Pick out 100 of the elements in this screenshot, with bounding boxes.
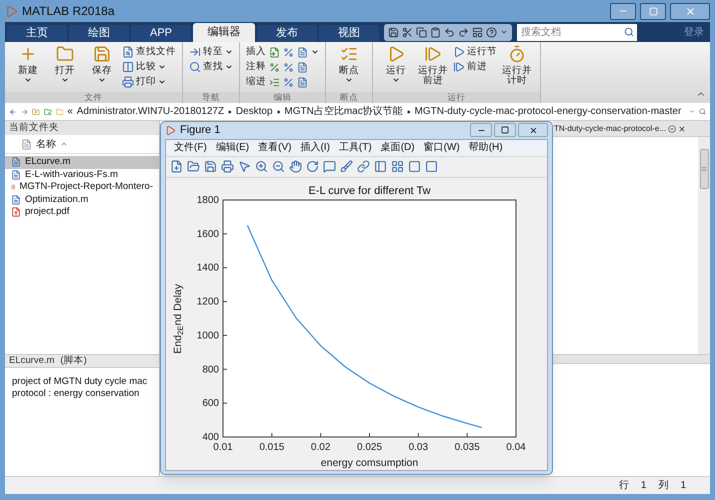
group-label: 文件 bbox=[5, 92, 182, 103]
file-icon[interactable] bbox=[297, 46, 308, 58]
menu-item[interactable]: 桌面(D) bbox=[380, 140, 415, 155]
brush-icon[interactable] bbox=[340, 160, 353, 173]
maximize-button[interactable] bbox=[640, 2, 666, 20]
zoom-in-icon[interactable] bbox=[255, 160, 268, 173]
percent-icon[interactable] bbox=[283, 62, 294, 72]
row-label: 行 bbox=[618, 479, 629, 493]
file-row[interactable]: MGTN-Project-Report-Montero- bbox=[5, 181, 159, 194]
scrollbar[interactable] bbox=[698, 137, 710, 354]
percent-icon[interactable] bbox=[283, 46, 294, 58]
redo-icon[interactable] bbox=[458, 26, 469, 38]
ribbon-button[interactable]: 前进 bbox=[453, 60, 497, 74]
ribbon-row[interactable]: 插入 bbox=[246, 45, 319, 59]
menu-item[interactable]: 文件(F) bbox=[174, 140, 207, 155]
file-icon[interactable] bbox=[297, 62, 308, 72]
pointer-icon[interactable] bbox=[238, 160, 251, 173]
path-overflow[interactable]: « bbox=[67, 104, 73, 119]
file-row[interactable]: ELcurve.m bbox=[5, 156, 159, 168]
close-button[interactable] bbox=[518, 123, 548, 138]
path-segment[interactable]: MGTN-duty-cycle-mac-protocol-energy-conservation-master bbox=[414, 104, 682, 119]
file-row[interactable]: Optimization.m bbox=[5, 194, 159, 206]
ribbon-row[interactable]: 缩进 bbox=[246, 75, 319, 89]
percent-icon[interactable] bbox=[283, 76, 294, 88]
data-tip-icon[interactable] bbox=[323, 160, 336, 173]
path-segment[interactable]: MGTN占空比mac协议节能 bbox=[284, 104, 403, 119]
menu-item[interactable]: 插入(I) bbox=[300, 140, 330, 155]
caret-icon bbox=[24, 76, 32, 84]
folder-icon[interactable] bbox=[187, 160, 200, 173]
menu-item[interactable]: 工具(T) bbox=[338, 140, 372, 155]
x-tick-label: 0.04 bbox=[506, 442, 526, 452]
sort-icon bbox=[60, 140, 68, 148]
file-row[interactable]: project.pdf bbox=[5, 206, 159, 218]
layout-icon[interactable] bbox=[472, 26, 483, 38]
help-icon[interactable] bbox=[486, 26, 497, 38]
file-icon[interactable] bbox=[297, 76, 308, 88]
ribbon-button[interactable]: 运行节 bbox=[453, 45, 497, 59]
printer-icon[interactable] bbox=[221, 160, 234, 173]
ribbon-button[interactable]: 保存 bbox=[85, 45, 119, 92]
search-field[interactable]: 搜索文档 bbox=[517, 24, 637, 40]
menu-item[interactable]: 窗口(W) bbox=[424, 140, 460, 155]
ribbon-button[interactable]: 运行 bbox=[379, 45, 413, 92]
minimize-button[interactable] bbox=[610, 2, 636, 20]
new-file-icon[interactable] bbox=[170, 160, 183, 173]
scissors-icon[interactable] bbox=[402, 26, 413, 38]
ribbon-button[interactable]: 运行并计时 bbox=[500, 45, 534, 92]
ribbon-tab[interactable]: 绘图 bbox=[69, 25, 129, 42]
close-button[interactable] bbox=[670, 2, 710, 20]
path-segment[interactable]: Desktop bbox=[236, 104, 273, 119]
clipboard-icon[interactable] bbox=[430, 26, 441, 38]
ribbon-button[interactable]: 打印 bbox=[122, 75, 176, 89]
y-tick-label: 600 bbox=[202, 398, 219, 409]
ribbon-button[interactable]: 打开 bbox=[48, 45, 82, 92]
ribbon-tab[interactable]: 发布 bbox=[257, 25, 317, 42]
ribbon-button[interactable]: 查找 bbox=[189, 60, 233, 74]
caret-icon bbox=[392, 76, 400, 84]
menu-item[interactable]: 查看(V) bbox=[258, 140, 292, 155]
colorbar-icon[interactable] bbox=[374, 160, 387, 173]
step-forward-icon bbox=[424, 45, 442, 63]
ribbon-tab[interactable]: APP bbox=[131, 25, 191, 42]
square-icon[interactable] bbox=[408, 160, 421, 173]
menu-item[interactable]: 编辑(E) bbox=[216, 140, 250, 155]
login-button[interactable]: 登录 bbox=[684, 24, 704, 40]
copy-icon[interactable] bbox=[416, 26, 427, 38]
ribbon-button[interactable]: 比较 bbox=[122, 60, 176, 74]
ribbon-tab[interactable]: 视图 bbox=[319, 25, 379, 42]
insert-icon[interactable] bbox=[269, 46, 280, 58]
group-label: 导航 bbox=[183, 92, 239, 103]
group-label: 断点 bbox=[326, 92, 372, 103]
ribbon-button[interactable]: 转至 bbox=[189, 45, 233, 59]
undo-icon[interactable] bbox=[444, 26, 455, 38]
ribbon-button[interactable]: 断点 bbox=[332, 45, 366, 92]
group-label: 编辑 bbox=[240, 92, 325, 103]
frame-icon[interactable] bbox=[425, 160, 438, 173]
caret-icon[interactable] bbox=[500, 28, 508, 36]
ribbon-tab[interactable]: 主页 bbox=[7, 25, 67, 42]
zoom-out-icon[interactable] bbox=[272, 160, 285, 173]
file-row[interactable]: E-L-with-various-Fs.m bbox=[5, 168, 159, 181]
maximize-button[interactable] bbox=[494, 123, 516, 138]
y-tick-label: 1600 bbox=[196, 228, 219, 240]
link-icon[interactable] bbox=[357, 160, 370, 173]
percent-icon[interactable] bbox=[269, 62, 280, 72]
menu-icon[interactable] bbox=[668, 124, 676, 132]
indent-icon[interactable] bbox=[269, 76, 280, 88]
legend-icon[interactable] bbox=[391, 160, 404, 173]
close-icon[interactable] bbox=[678, 124, 686, 132]
ribbon-tab[interactable]: 编辑器 bbox=[193, 23, 255, 42]
script-icon bbox=[11, 170, 21, 180]
ribbon-row[interactable]: 注释 bbox=[246, 60, 319, 74]
menu-item[interactable]: 帮助(H) bbox=[468, 140, 503, 155]
column-label: 列 bbox=[658, 479, 668, 493]
column-header[interactable]: 名称 bbox=[36, 136, 56, 152]
search-icon[interactable] bbox=[699, 106, 706, 117]
ribbon-button[interactable]: 查找文件 bbox=[122, 45, 176, 59]
arrow-icon bbox=[189, 46, 201, 58]
rotate-icon[interactable] bbox=[306, 160, 319, 173]
path-segment[interactable]: Administrator.WIN7U-20180127Z bbox=[76, 104, 224, 119]
ribbon-button[interactable]: 新建 bbox=[11, 45, 45, 92]
ribbon-button[interactable]: 运行并前进 bbox=[416, 45, 450, 92]
hand-icon[interactable] bbox=[289, 160, 302, 173]
